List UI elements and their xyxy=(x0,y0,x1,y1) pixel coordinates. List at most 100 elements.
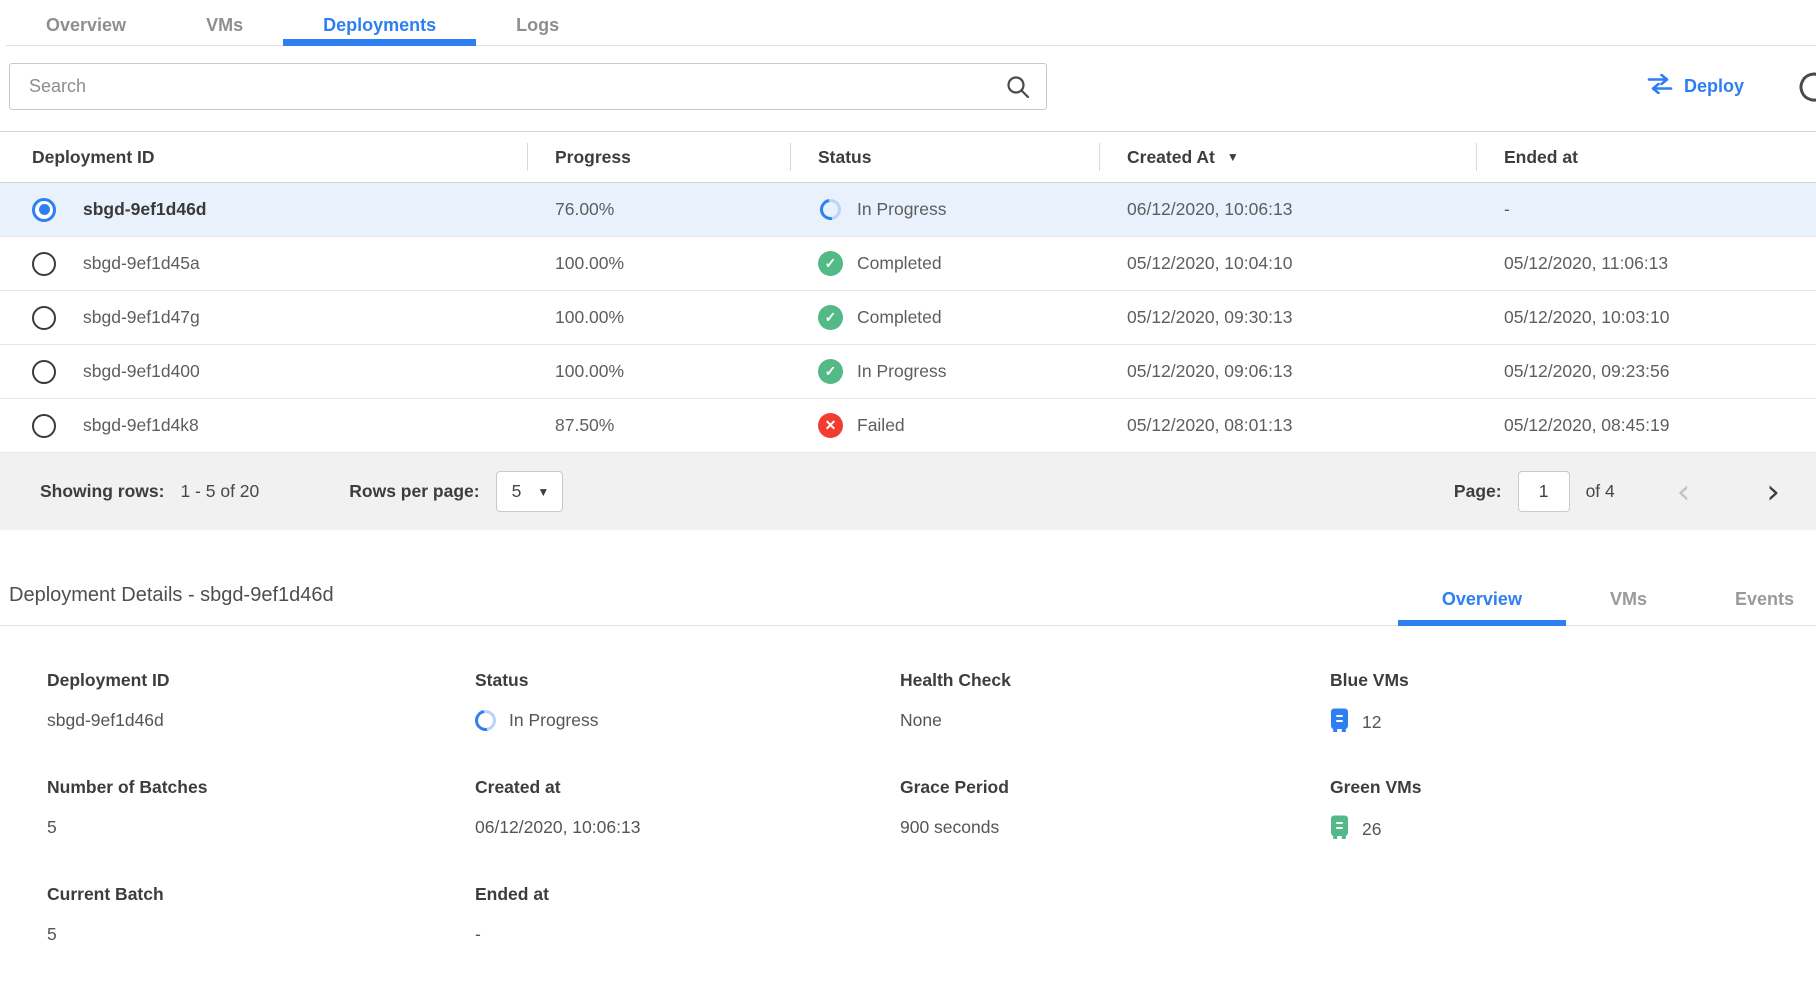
status-completed-icon xyxy=(818,251,843,276)
page-total-label: of 4 xyxy=(1586,481,1615,502)
page-number-input[interactable] xyxy=(1518,471,1570,512)
tab-overview[interactable]: Overview xyxy=(6,6,166,45)
deploy-button[interactable]: Deploy xyxy=(1647,74,1744,99)
deploy-button-label: Deploy xyxy=(1684,76,1744,97)
field-value: 5 xyxy=(47,922,475,947)
deployment-id-cell: sbgd-9ef1d47g xyxy=(83,307,200,328)
column-header-ended-at[interactable]: Ended at xyxy=(1476,132,1816,182)
progress-cell: 76.00% xyxy=(527,199,790,220)
deployment-id-cell: sbgd-9ef1d4k8 xyxy=(83,415,199,436)
column-header-status[interactable]: Status xyxy=(790,132,1099,182)
status-completed-icon xyxy=(818,359,843,384)
table-row[interactable]: sbgd-9ef1d45a 100.00% Completed 05/12/20… xyxy=(0,237,1816,291)
field-value: None xyxy=(900,708,1330,733)
field-value: sbgd-9ef1d46d xyxy=(47,708,475,733)
swap-arrows-icon xyxy=(1647,74,1673,99)
showing-rows-label: Showing rows: xyxy=(40,481,164,502)
table-row[interactable]: sbgd-9ef1d4k8 87.50% Failed 05/12/2020, … xyxy=(0,399,1816,453)
field-value: 26 xyxy=(1362,819,1381,840)
toolbar-actions: Deploy xyxy=(1647,69,1816,105)
tab-deployments[interactable]: Deployments xyxy=(283,6,476,45)
search-icon xyxy=(1005,74,1031,105)
created-at-cell: 05/12/2020, 10:04:10 xyxy=(1099,253,1476,274)
field-label: Ended at xyxy=(475,884,900,905)
ended-at-cell: 05/12/2020, 11:06:13 xyxy=(1476,253,1816,274)
field-value: 5 xyxy=(47,815,475,840)
field-value: 12 xyxy=(1362,712,1381,733)
green-vm-icon xyxy=(1330,815,1349,844)
deployment-details-section: Deployment Details - sbgd-9ef1d46d Overv… xyxy=(0,584,1816,987)
deployment-id-cell: sbgd-9ef1d45a xyxy=(83,253,200,274)
field-created-at: Created at 06/12/2020, 10:06:13 xyxy=(475,777,900,844)
toolbar: Deploy xyxy=(0,46,1816,131)
page-label: Page: xyxy=(1454,481,1502,502)
previous-page-icon[interactable]: ‹ xyxy=(1677,475,1691,509)
rows-per-page-label: Rows per page: xyxy=(349,481,479,502)
row-radio[interactable] xyxy=(32,360,56,384)
ended-at-cell: 05/12/2020, 08:45:19 xyxy=(1476,415,1816,436)
rows-per-page-select[interactable]: 5 ▼ xyxy=(496,471,564,512)
field-value: 900 seconds xyxy=(900,815,1330,840)
details-grid: Deployment ID sbgd-9ef1d46d Status In Pr… xyxy=(0,626,1816,987)
field-label: Health Check xyxy=(900,670,1330,691)
tab-vms[interactable]: VMs xyxy=(166,6,283,45)
field-label: Created at xyxy=(475,777,900,798)
deployment-id-cell: sbgd-9ef1d46d xyxy=(83,199,207,220)
status-label: Completed xyxy=(857,307,942,328)
search-input[interactable] xyxy=(9,63,1047,110)
column-header-progress[interactable]: Progress xyxy=(527,132,790,182)
details-tab-vms[interactable]: VMs xyxy=(1566,589,1691,625)
status-in-progress-icon xyxy=(816,195,845,224)
table-row[interactable]: sbgd-9ef1d400 100.00% In Progress 05/12/… xyxy=(0,345,1816,399)
status-label: In Progress xyxy=(857,361,946,382)
row-radio-selected[interactable] xyxy=(32,198,56,222)
column-header-created-at-label: Created At xyxy=(1127,147,1215,168)
top-tab-bar: Overview VMs Deployments Logs xyxy=(6,0,1816,46)
table-row[interactable]: sbgd-9ef1d46d 76.00% In Progress 06/12/2… xyxy=(0,183,1816,237)
field-label: Current Batch xyxy=(47,884,475,905)
field-label: Blue VMs xyxy=(1330,670,1816,691)
status-completed-icon xyxy=(818,305,843,330)
status-label: In Progress xyxy=(857,199,946,220)
in-progress-spinner-icon xyxy=(471,706,500,735)
field-grace-period: Grace Period 900 seconds xyxy=(900,777,1330,844)
ended-at-cell: 05/12/2020, 09:23:56 xyxy=(1476,361,1816,382)
next-page-icon[interactable]: › xyxy=(1766,475,1780,509)
field-health-check: Health Check None xyxy=(900,670,1330,737)
rows-per-page-value: 5 xyxy=(512,481,522,502)
search-box xyxy=(9,63,1047,110)
field-current-batch: Current Batch 5 xyxy=(47,884,475,947)
progress-cell: 100.00% xyxy=(527,361,790,382)
field-deployment-id: Deployment ID sbgd-9ef1d46d xyxy=(47,670,475,737)
row-radio[interactable] xyxy=(32,414,56,438)
field-value: - xyxy=(475,922,900,947)
table-row[interactable]: sbgd-9ef1d47g 100.00% Completed 05/12/20… xyxy=(0,291,1816,345)
field-label: Grace Period xyxy=(900,777,1330,798)
table-pagination-bar: Showing rows: 1 - 5 of 20 Rows per page:… xyxy=(0,453,1816,530)
progress-cell: 87.50% xyxy=(527,415,790,436)
field-green-vms: Green VMs 26 xyxy=(1330,777,1816,844)
blue-vm-icon xyxy=(1330,708,1349,737)
row-radio[interactable] xyxy=(32,306,56,330)
created-at-cell: 05/12/2020, 09:30:13 xyxy=(1099,307,1476,328)
field-value: 06/12/2020, 10:06:13 xyxy=(475,815,900,840)
refresh-icon[interactable] xyxy=(1796,69,1816,105)
status-label: Completed xyxy=(857,253,942,274)
field-label: Status xyxy=(475,670,900,691)
details-tab-overview[interactable]: Overview xyxy=(1398,589,1566,625)
tab-logs[interactable]: Logs xyxy=(476,6,599,45)
created-at-cell: 05/12/2020, 08:01:13 xyxy=(1099,415,1476,436)
created-at-cell: 06/12/2020, 10:06:13 xyxy=(1099,199,1476,220)
field-status: Status In Progress xyxy=(475,670,900,737)
deployments-table: Deployment ID Progress Status Created At… xyxy=(0,131,1816,530)
row-radio[interactable] xyxy=(32,252,56,276)
created-at-cell: 05/12/2020, 09:06:13 xyxy=(1099,361,1476,382)
details-tab-events[interactable]: Events xyxy=(1691,589,1816,625)
field-blue-vms: Blue VMs 12 xyxy=(1330,670,1816,737)
field-label: Green VMs xyxy=(1330,777,1816,798)
column-header-created-at[interactable]: Created At ▼ xyxy=(1099,132,1476,182)
sort-desc-icon[interactable]: ▼ xyxy=(1227,150,1239,164)
field-value: In Progress xyxy=(509,710,598,731)
column-header-deployment-id[interactable]: Deployment ID xyxy=(0,132,527,182)
field-ended-at: Ended at - xyxy=(475,884,900,947)
